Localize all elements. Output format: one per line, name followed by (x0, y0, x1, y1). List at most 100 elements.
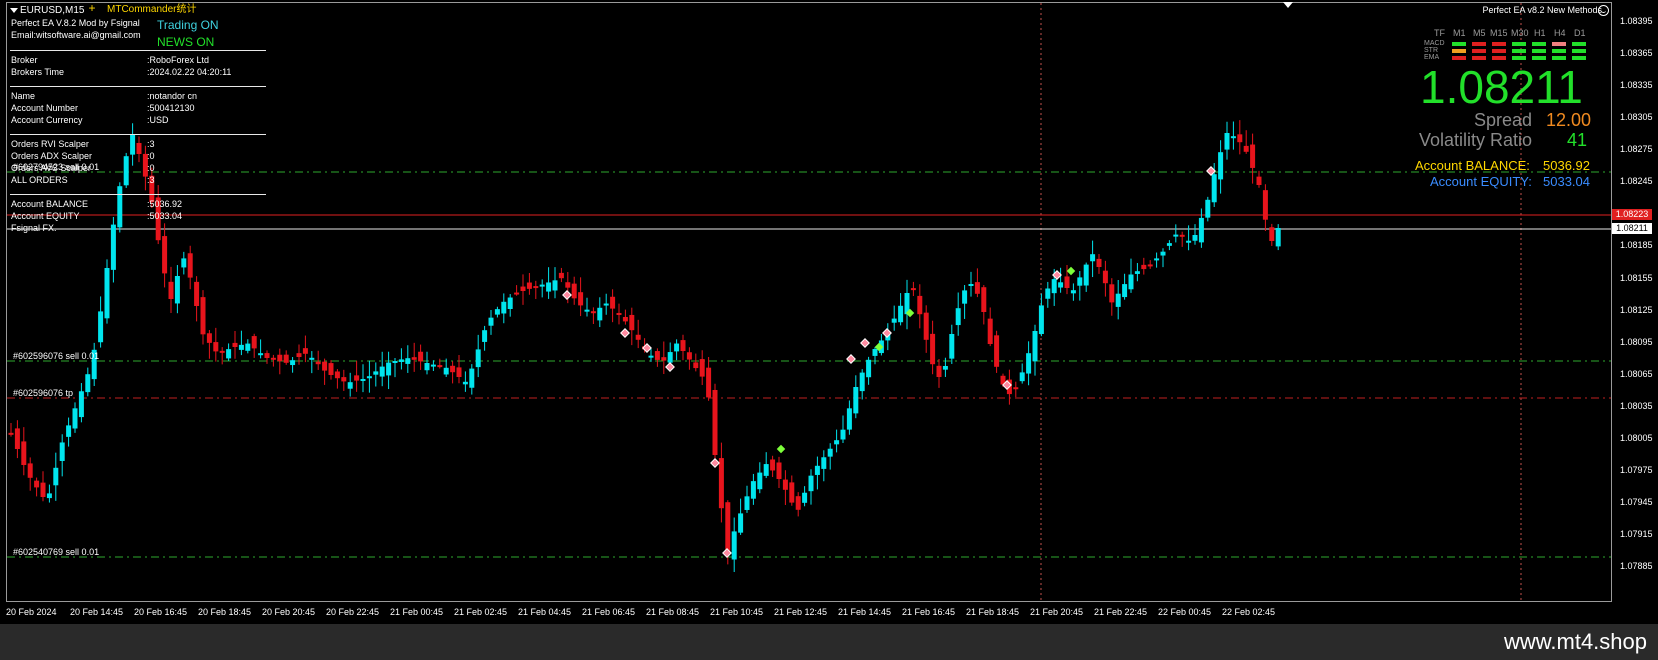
order-label-top[interactable]: #602794523 sell 0.01 (13, 162, 99, 172)
candle-body (635, 334, 641, 340)
time-tick: 21 Feb 10:45 (710, 607, 764, 617)
candle-body (597, 307, 603, 321)
candle-body (1128, 274, 1134, 290)
mtcommander-label[interactable]: MTCommander统计 (107, 5, 196, 15)
time-tick: 21 Feb 18:45 (966, 607, 1020, 617)
candle-body (718, 458, 724, 509)
candle-body (1192, 235, 1198, 241)
candle-body (706, 367, 712, 398)
trade-marker (562, 290, 572, 300)
candle-body (757, 472, 763, 490)
candle-body (1115, 293, 1121, 307)
candle-body (802, 492, 808, 503)
dashboard-balance-label: Account BALANCE: (1415, 158, 1530, 173)
panel-separator (10, 86, 266, 87)
signal-cell (1552, 56, 1566, 60)
candle-body (98, 311, 104, 343)
candle-body (72, 408, 78, 429)
candle-body (411, 357, 417, 360)
trade-marker (620, 328, 630, 338)
order-label-mid[interactable]: #602596076 sell 0.01 (13, 351, 99, 361)
candle-body (680, 340, 686, 351)
candle-body (526, 282, 532, 289)
candle-body (1224, 133, 1230, 150)
candle-body (226, 349, 232, 359)
dashboard-equity-label: Account EQUITY: (1430, 174, 1532, 189)
signal-cell (1452, 42, 1466, 46)
candle-body (917, 295, 923, 315)
candle-body (1256, 176, 1262, 185)
candle-body (1211, 174, 1217, 203)
info-label-equity: Account EQUITY (11, 211, 80, 221)
time-tick: 20 Feb 2024 (6, 607, 57, 617)
candle-body (424, 363, 430, 371)
info-value-account-currency: :USD (147, 115, 169, 125)
signal-cell (1472, 42, 1486, 46)
panel-separator (10, 194, 266, 195)
candle-body (1269, 227, 1275, 241)
price-tick: 1.08035 (1620, 401, 1653, 411)
time-tick: 21 Feb 08:45 (646, 607, 700, 617)
candle-body (955, 308, 961, 326)
candle-body (994, 335, 1000, 367)
price-chart[interactable] (7, 3, 1612, 602)
signal-cell (1512, 42, 1526, 46)
signal-cell (1572, 49, 1586, 53)
candle-body (667, 352, 673, 363)
candle-body (366, 376, 372, 379)
info-value-all-orders: :3 (147, 175, 155, 185)
price-tick: 1.08365 (1620, 48, 1653, 58)
candle-body (789, 482, 795, 503)
symbol-dropdown-icon[interactable] (10, 8, 18, 13)
tf-d1: D1 (1574, 28, 1586, 38)
candle-body (1077, 277, 1083, 286)
candle-body (1186, 240, 1192, 243)
candle-body (104, 268, 110, 319)
candle-body (462, 381, 468, 385)
candle-body (59, 442, 65, 461)
price-tick: 1.07975 (1620, 465, 1653, 475)
candle-body (942, 366, 948, 370)
candle-body (622, 316, 628, 322)
candle-body (53, 467, 59, 486)
news-status: NEWS ON (157, 35, 215, 49)
candle-body (187, 253, 193, 278)
candle-body (910, 288, 916, 291)
order-label-tp[interactable]: #602596076 tp (13, 388, 73, 398)
candle-body (1038, 305, 1044, 334)
order-label-low[interactable]: #602540769 sell 0.01 (13, 547, 99, 557)
candle-body (1218, 152, 1224, 180)
candle-body (821, 457, 827, 469)
candle-body (520, 286, 526, 291)
candle-body (8, 432, 14, 435)
ea-title: Perfect EA V.8.2 Mod by Fsignal (11, 18, 140, 28)
candle-body (840, 429, 846, 440)
candle-body (1147, 264, 1153, 267)
plus-icon[interactable]: + (86, 2, 98, 14)
candle-body (731, 531, 737, 560)
price-tick: 1.08065 (1620, 369, 1653, 379)
candle-body (968, 284, 974, 286)
trade-marker (1066, 266, 1076, 276)
candle-body (827, 448, 833, 457)
signal-cell (1512, 56, 1526, 60)
time-tick: 21 Feb 16:45 (902, 607, 956, 617)
info-value-account-number: :500412130 (147, 103, 195, 113)
candle-body (725, 502, 731, 551)
tf-m5: M5 (1473, 28, 1486, 38)
candle-body (936, 365, 942, 377)
chart-shift-icon[interactable] (1283, 2, 1293, 8)
row-label-str: STR (1424, 47, 1438, 54)
trade-marker (846, 354, 856, 364)
candle-body (117, 186, 123, 228)
time-tick: 20 Feb 16:45 (134, 607, 188, 617)
chart-area[interactable] (6, 2, 1612, 602)
candle-body (181, 258, 187, 268)
candle-body (546, 282, 552, 292)
candle-body (277, 354, 283, 362)
info-value-name: :notandor cn (147, 91, 198, 101)
candle-body (309, 357, 315, 360)
dashboard-equity-value: 5033.04 (1543, 174, 1590, 189)
candle-body (898, 305, 904, 323)
candle-body (347, 382, 353, 389)
